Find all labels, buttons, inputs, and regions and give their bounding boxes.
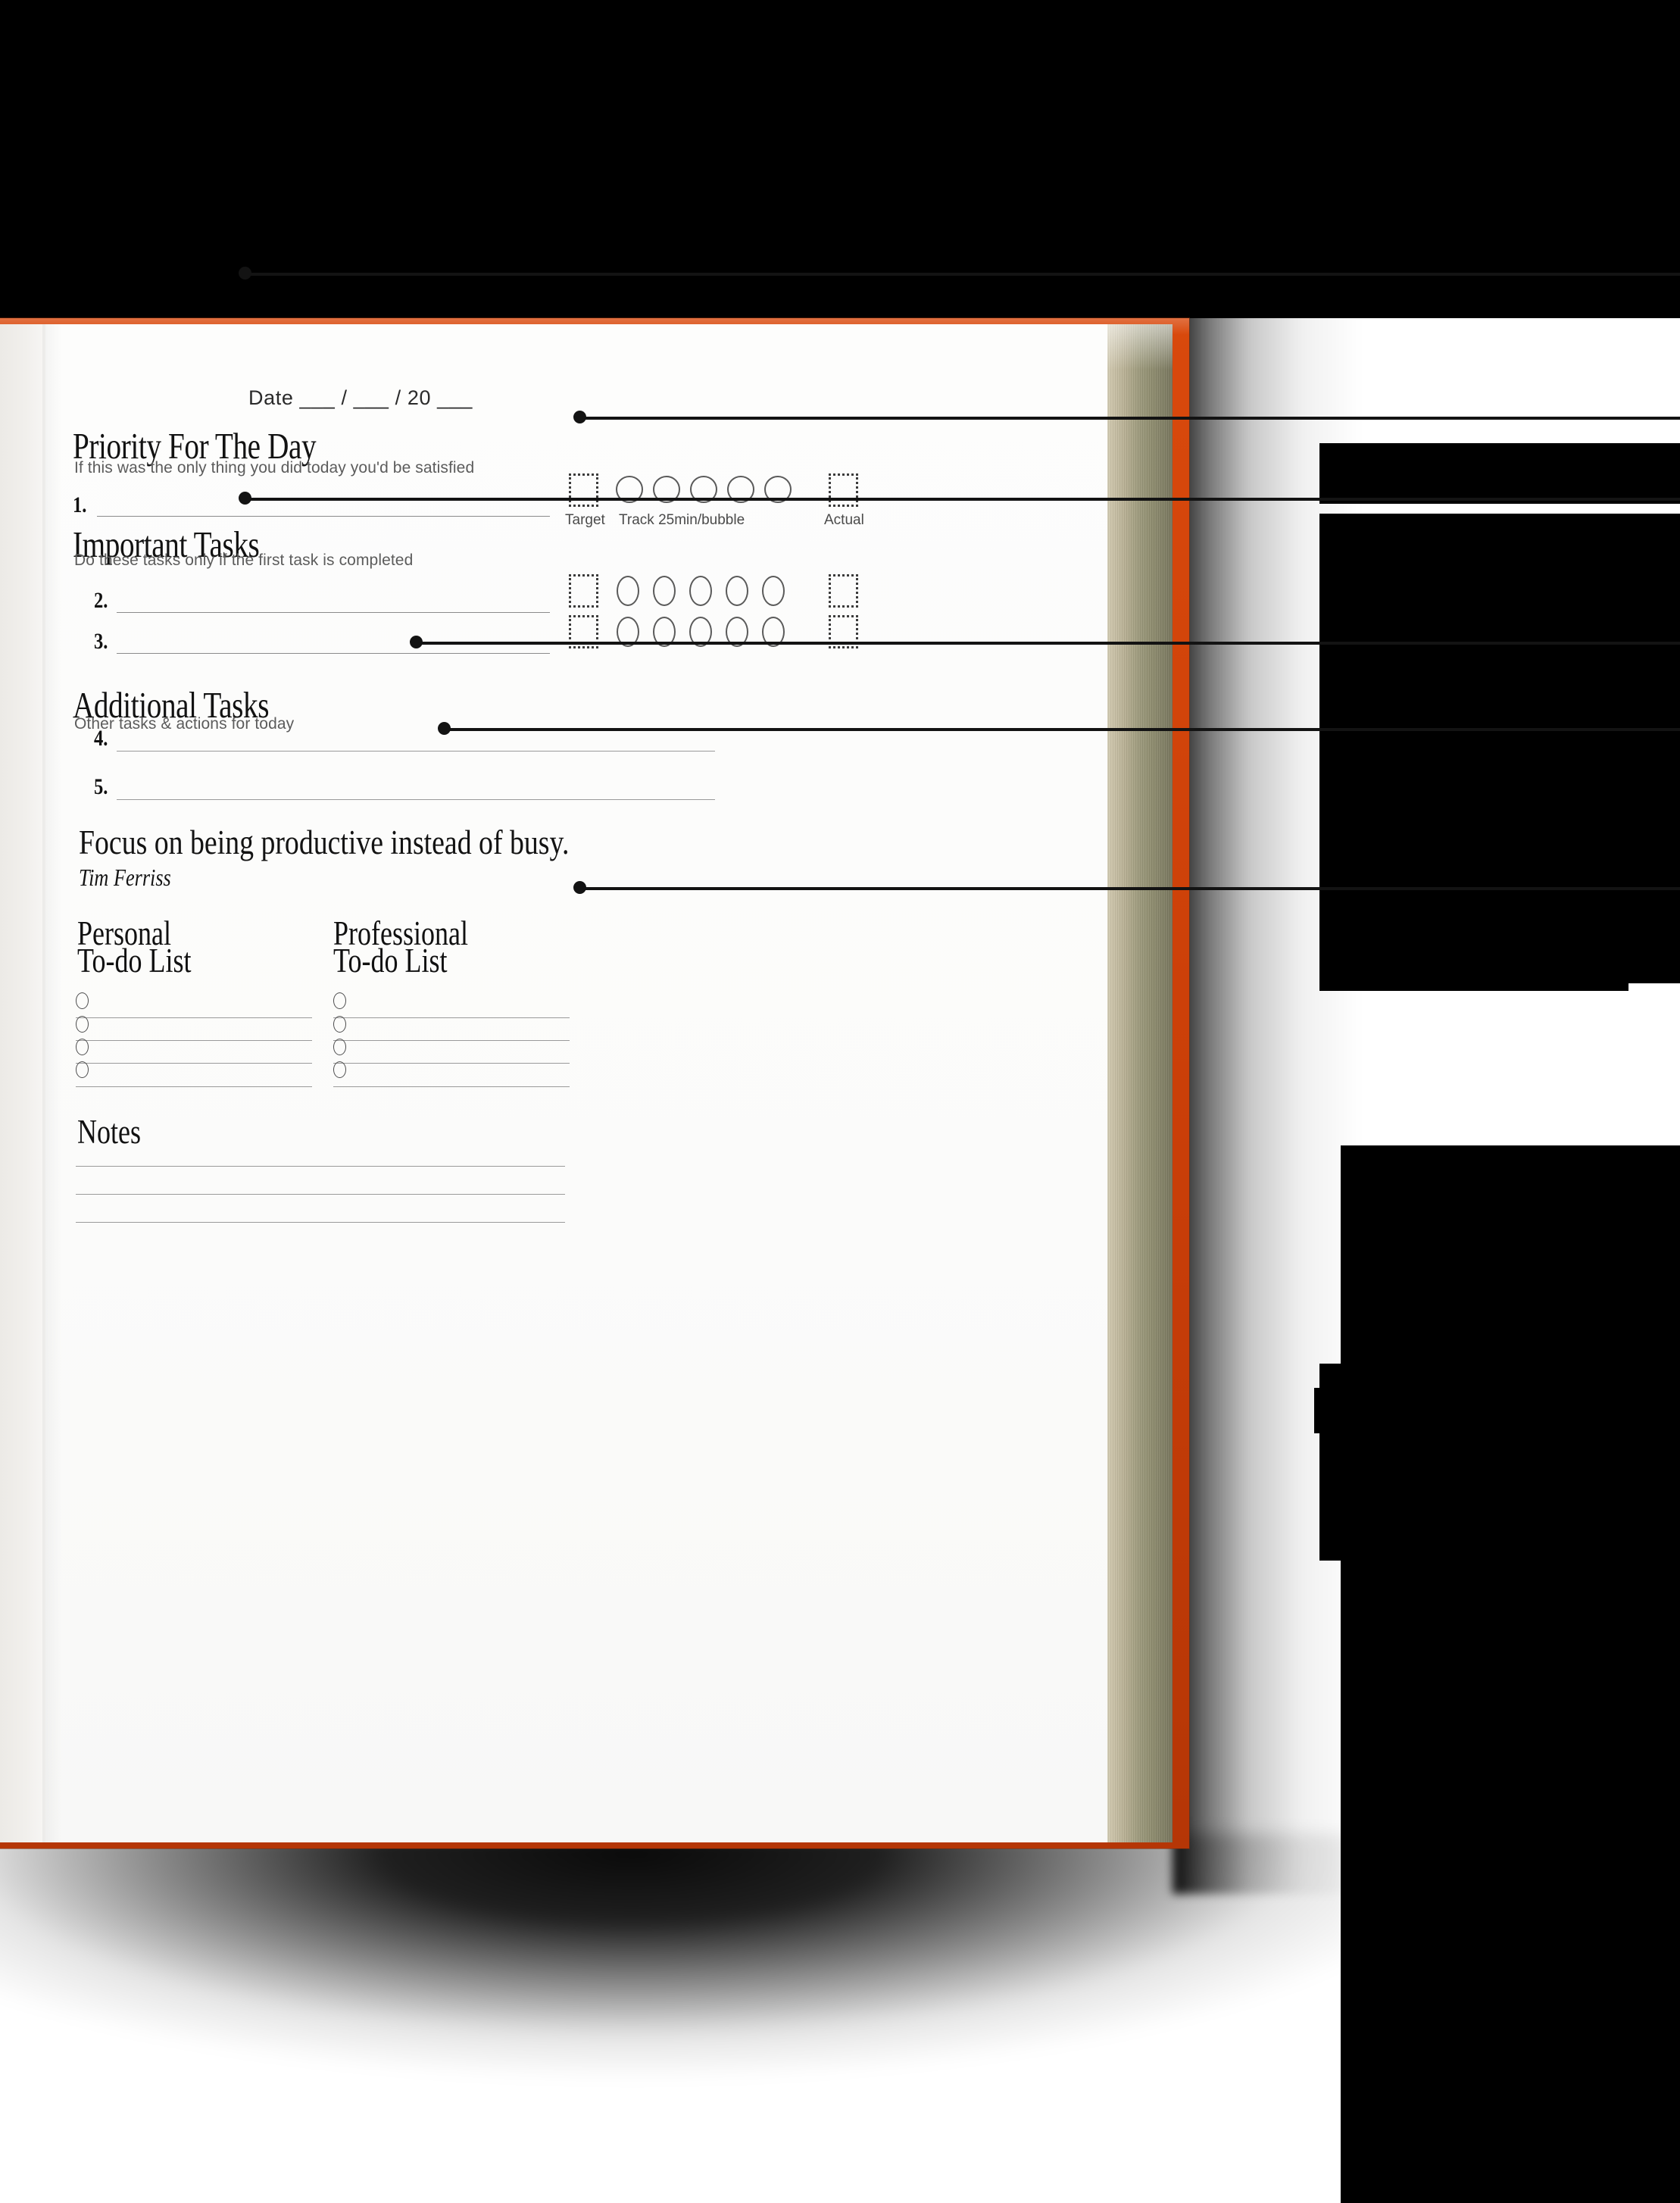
todo-heading-personal-line2: To-do List — [77, 942, 192, 980]
notes-line-1[interactable] — [76, 1166, 565, 1167]
date-line[interactable]: Date ___ / ___ / 20 ___ — [248, 386, 473, 410]
leader-line-todo — [443, 728, 1680, 731]
todo-line-professional-4[interactable] — [333, 1086, 570, 1087]
leader-line-priority — [244, 273, 1680, 276]
page-edge-highlight — [1097, 324, 1173, 370]
section-subtitle-priority: If this was the only thing you did today… — [74, 459, 475, 477]
todo-line-personal-3[interactable] — [76, 1063, 312, 1064]
leader-line-additional — [244, 498, 1680, 501]
screenshot-root: Date ___ / ___ / 20 ___ Priority For The… — [0, 0, 1680, 2203]
leader-dot-priority — [239, 267, 251, 280]
actual-label-1: Actual — [824, 512, 864, 528]
row-number-1: 1. — [73, 492, 87, 517]
target-box-1[interactable] — [569, 473, 598, 507]
notes-line-3[interactable] — [76, 1222, 565, 1223]
task-line-4[interactable] — [117, 751, 715, 752]
track-bubble-2-2[interactable] — [653, 576, 676, 606]
book-shadow-bottom — [0, 1833, 1348, 2151]
todo-line-professional-3[interactable] — [333, 1063, 570, 1064]
todo-heading-professional-line2: To-do List — [333, 942, 448, 980]
track-bubble-2-5[interactable] — [762, 576, 785, 606]
row-number-5: 5. — [94, 774, 108, 799]
todo-checkbox-personal-1[interactable] — [76, 992, 89, 1009]
target-label-1: Target — [565, 512, 605, 528]
redaction-plate-right-1 — [1319, 443, 1680, 504]
row-number-3: 3. — [94, 629, 108, 654]
leader-dot-notes — [573, 881, 586, 894]
section-subtitle-important: Do these tasks only if the first task is… — [74, 552, 414, 569]
leader-dot-quote — [410, 636, 423, 648]
redaction-plate-right-2 — [1319, 514, 1680, 983]
redaction-plate-right-3 — [1319, 936, 1628, 991]
actual-box-1[interactable] — [829, 473, 858, 507]
book-page-block-edge — [1097, 324, 1173, 1842]
book-shadow-right — [1173, 303, 1362, 1894]
row-number-2: 2. — [94, 588, 108, 613]
leader-line-quote — [415, 642, 1680, 645]
todo-checkbox-personal-4[interactable] — [76, 1061, 89, 1078]
task-line-3[interactable] — [117, 653, 550, 654]
task-line-2[interactable] — [117, 612, 550, 613]
task-line-5[interactable] — [117, 799, 715, 800]
redaction-plate-right-5 — [1319, 1364, 1680, 1561]
todo-line-personal-4[interactable] — [76, 1086, 312, 1087]
row-number-4: 4. — [94, 726, 108, 751]
todo-line-personal-1[interactable] — [76, 1017, 312, 1018]
quote-text: Focus on being productive instead of bus… — [79, 823, 570, 861]
todo-checkbox-professional-3[interactable] — [333, 1039, 346, 1055]
todo-checkbox-professional-2[interactable] — [333, 1016, 346, 1033]
target-box-2[interactable] — [569, 574, 598, 608]
page-gutter-shadow — [42, 324, 62, 1842]
page-gutter — [0, 324, 45, 1842]
track-bubble-2-1[interactable] — [617, 576, 639, 606]
planner-page: Date ___ / ___ / 20 ___ Priority For The… — [0, 324, 1107, 1842]
redaction-plate-right-4 — [1341, 1145, 1680, 2203]
track-bubble-2-4[interactable] — [726, 576, 748, 606]
quote-author: Tim Ferriss — [79, 864, 171, 891]
redaction-plate-top — [0, 0, 1680, 318]
todo-checkbox-professional-1[interactable] — [333, 992, 346, 1009]
leader-dot-tracker — [573, 411, 586, 423]
notes-line-2[interactable] — [76, 1194, 565, 1195]
todo-checkbox-personal-2[interactable] — [76, 1016, 89, 1033]
section-title-notes: Notes — [77, 1113, 141, 1151]
page-content: Date ___ / ___ / 20 ___ Priority For The… — [73, 324, 1080, 1842]
leader-dot-additional — [239, 492, 251, 505]
todo-checkbox-professional-4[interactable] — [333, 1061, 346, 1078]
todo-line-professional-2[interactable] — [333, 1040, 570, 1041]
leader-dot-todo — [438, 722, 451, 735]
planner-book: Date ___ / ___ / 20 ___ Priority For The… — [0, 318, 1189, 1848]
track-bubble-2-3[interactable] — [689, 576, 712, 606]
actual-box-2[interactable] — [829, 574, 858, 608]
task-line-1[interactable] — [97, 516, 550, 517]
leader-line-tracker — [579, 417, 1680, 420]
todo-checkbox-personal-3[interactable] — [76, 1039, 89, 1055]
todo-line-personal-2[interactable] — [76, 1040, 312, 1041]
todo-line-professional-1[interactable] — [333, 1017, 570, 1018]
track-label-1: Track 25min/bubble — [619, 512, 745, 528]
leader-line-notes — [579, 887, 1680, 890]
